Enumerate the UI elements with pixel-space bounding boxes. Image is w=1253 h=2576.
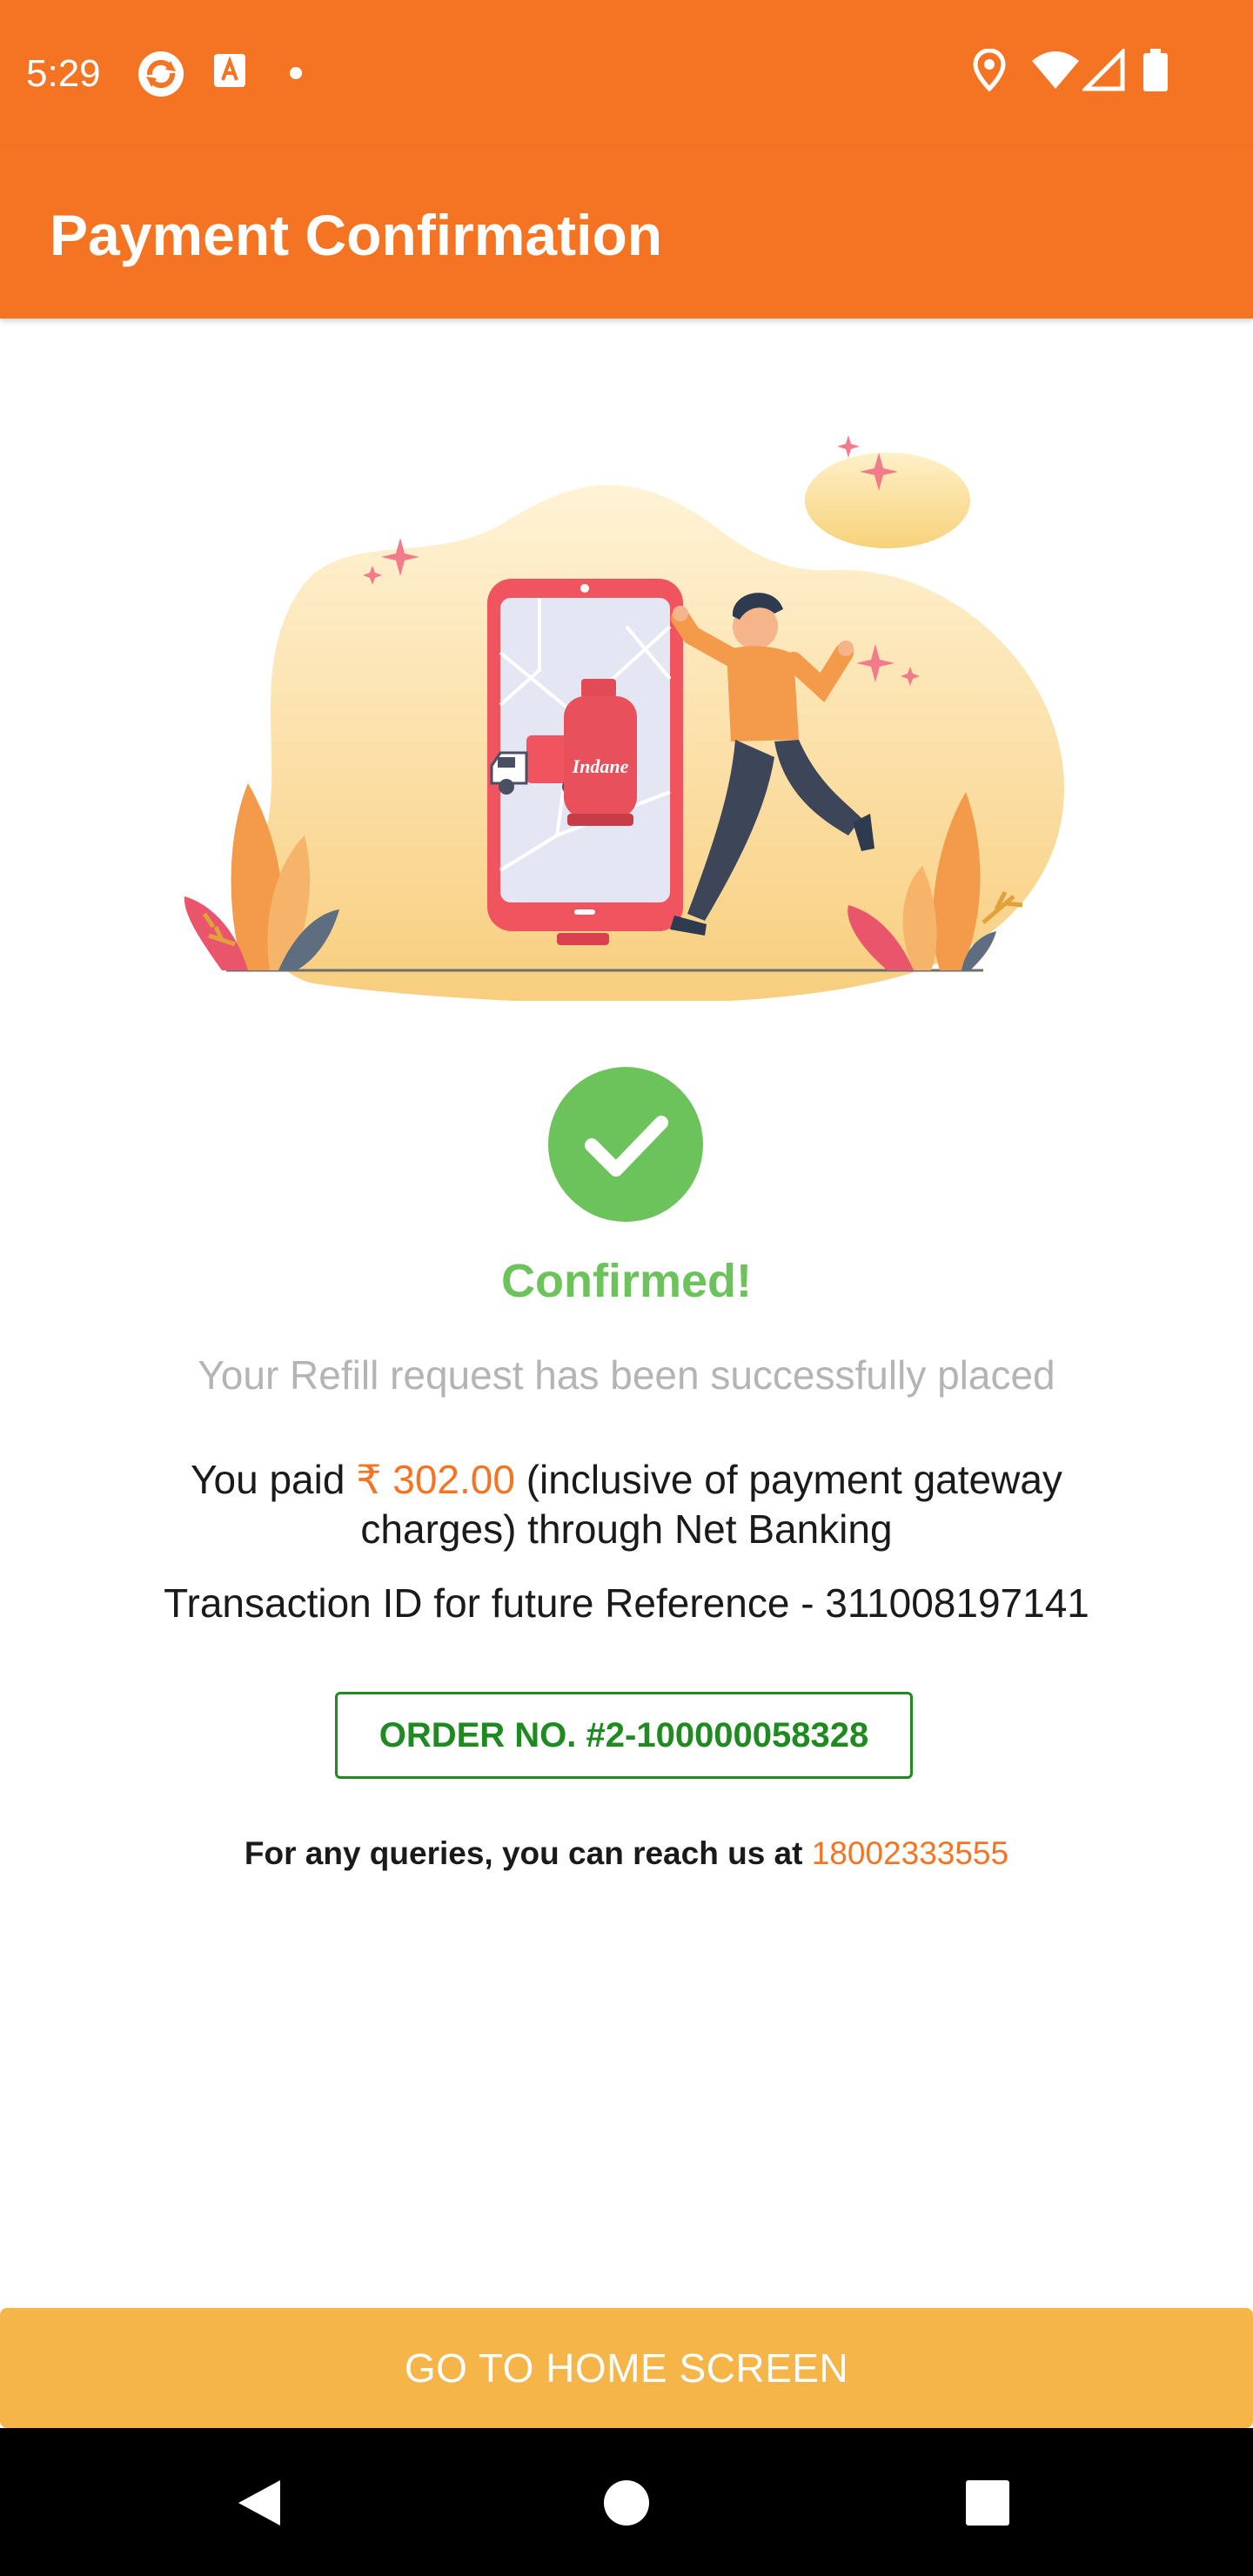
confirmed-heading: Confirmed!: [501, 1255, 752, 1307]
payment-summary: You paid ₹ 302.00 (inclusive of payment …: [113, 1455, 1140, 1554]
signal-icon: [1080, 46, 1126, 97]
order-number: ORDER NO. #2-100000058328: [379, 1716, 869, 1754]
gas-cylinder: Indane: [564, 679, 637, 826]
status-bar: 5:29: [0, 0, 1253, 146]
cylinder-brand: Indane: [572, 755, 629, 777]
home-icon[interactable]: [592, 2468, 661, 2542]
store-app-icon: [212, 49, 247, 97]
phone-stand: [557, 933, 609, 945]
success-check-icon: [548, 1067, 703, 1222]
support-contact: For any queries, you can reach us at 180…: [0, 1833, 1253, 1875]
paid-amount: ₹ 302.00: [356, 1457, 515, 1502]
notification-dot-icon: [289, 66, 303, 84]
order-number-badge: ORDER NO. #2-100000058328: [335, 1692, 913, 1779]
battery-icon: [1143, 49, 1168, 97]
delivery-illustration: Indane: [174, 426, 1079, 1004]
back-icon[interactable]: [226, 2468, 296, 2542]
location-icon: [973, 48, 1006, 97]
sparkle-icon: [837, 435, 860, 458]
paid-prefix: You paid: [191, 1457, 357, 1502]
recents-icon[interactable]: [952, 2468, 1022, 2542]
success-subtitle: Your Refill request has been successfull…: [198, 1352, 1055, 1398]
small-blob: [805, 453, 970, 548]
status-time: 5:29: [26, 52, 101, 95]
wifi-icon: [1030, 49, 1081, 97]
sync-app-icon: [136, 49, 186, 104]
go-to-home-button[interactable]: GO TO HOME SCREEN: [0, 2308, 1253, 2428]
app-bar: Payment Confirmation: [0, 146, 1253, 319]
queries-text: For any queries, you can reach us at: [244, 1835, 812, 1871]
page-title: Payment Confirmation: [50, 203, 663, 267]
system-nav-bar: [0, 2428, 1253, 2576]
go-to-home-label: GO TO HOME SCREEN: [404, 2345, 849, 2391]
support-phone-link[interactable]: 18002333555: [812, 1835, 1008, 1871]
transaction-id: Transaction ID for future Reference - 31…: [164, 1580, 1089, 1626]
